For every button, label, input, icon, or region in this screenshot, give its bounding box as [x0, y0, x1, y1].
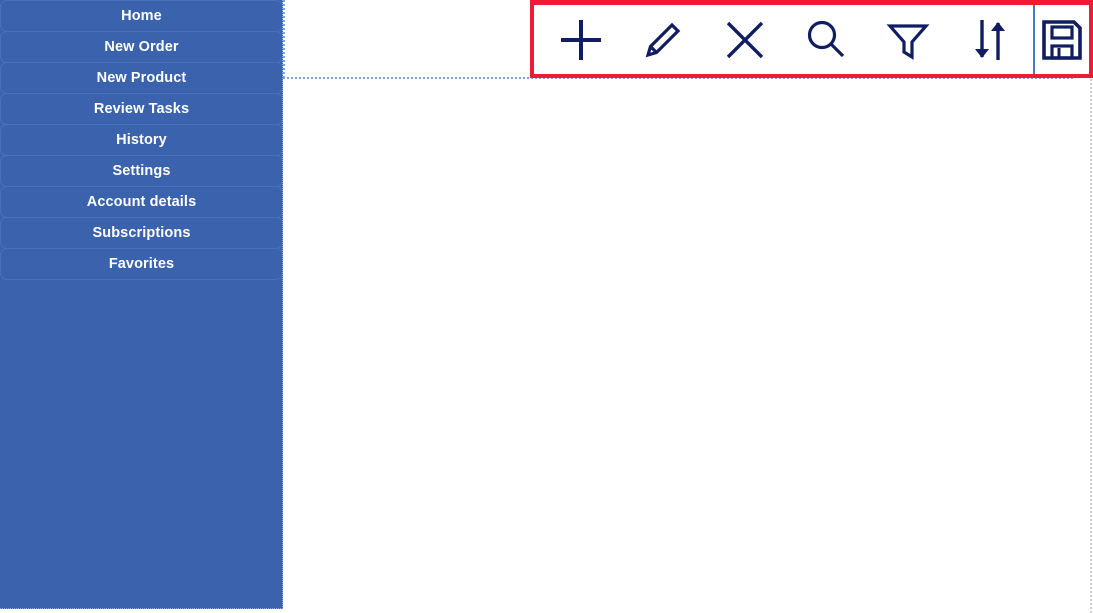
sidebar-item-favorites[interactable]: Favorites	[0, 248, 282, 280]
close-icon	[723, 18, 767, 62]
sidebar-item-label: Review Tasks	[93, 101, 190, 117]
edit-button[interactable]	[622, 5, 704, 74]
save-icon	[1039, 17, 1085, 63]
sidebar-item-history[interactable]: History	[0, 124, 282, 156]
sidebar-item-account-details[interactable]: Account details	[0, 186, 282, 218]
sidebar-item-review-tasks[interactable]: Review Tasks	[0, 93, 282, 125]
plus-icon	[558, 17, 604, 63]
sidebar-item-new-order[interactable]: New Order	[0, 31, 282, 63]
sidebar-item-label: New Product	[96, 70, 187, 86]
guide-line-vertical-right	[1090, 0, 1092, 613]
sidebar-item-label: Subscriptions	[92, 225, 191, 241]
toolbar-highlight-box	[530, 0, 1093, 78]
sidebar-item-new-product[interactable]: New Product	[0, 62, 282, 94]
toolbar	[534, 5, 1089, 74]
sidebar-item-label: New Order	[104, 39, 179, 55]
add-button[interactable]	[540, 5, 622, 74]
sort-icon	[967, 15, 1013, 65]
filter-button[interactable]	[867, 5, 949, 74]
sidebar-item-label: Favorites	[108, 256, 175, 272]
sidebar-item-home[interactable]: Home	[0, 0, 282, 32]
sidebar-item-subscriptions[interactable]: Subscriptions	[0, 217, 282, 249]
sidebar-item-label: History	[116, 132, 167, 148]
sidebar-item-label: Home	[121, 8, 162, 24]
delete-button[interactable]	[704, 5, 786, 74]
sort-button[interactable]	[949, 5, 1031, 74]
sidebar: Home New Order New Product Review Tasks …	[0, 0, 283, 609]
save-button[interactable]	[1033, 5, 1089, 74]
search-icon	[803, 17, 849, 63]
guide-line-vertical-left	[283, 0, 285, 78]
app-window: Home New Order New Product Review Tasks …	[0, 0, 1093, 613]
pencil-icon	[639, 16, 687, 64]
filter-icon	[884, 16, 932, 64]
main-content-area	[283, 0, 1093, 613]
sidebar-item-label: Account details	[86, 194, 197, 210]
sidebar-nav-list: Home New Order New Product Review Tasks …	[0, 0, 282, 280]
sidebar-item-label: Settings	[112, 163, 171, 179]
search-button[interactable]	[786, 5, 868, 74]
sidebar-item-settings[interactable]: Settings	[0, 155, 282, 187]
